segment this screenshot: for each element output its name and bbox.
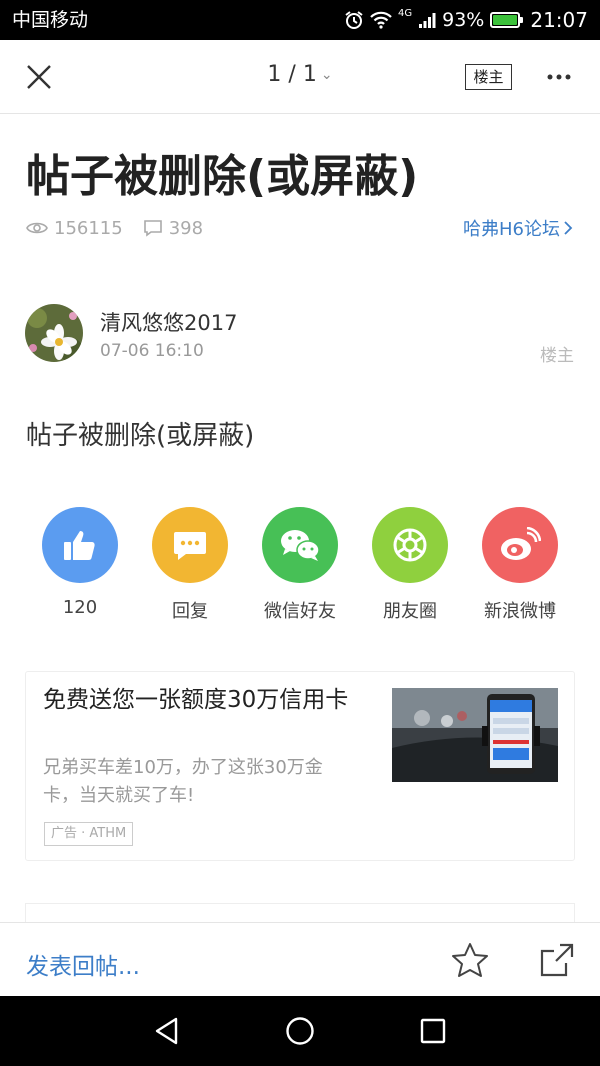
post-meta: 156115 398 <box>26 214 223 242</box>
reply-input[interactable]: 发表回帖... <box>26 947 140 981</box>
back-button[interactable] <box>152 1016 182 1046</box>
more-button[interactable] <box>546 67 572 87</box>
recents-button[interactable] <box>418 1016 448 1046</box>
forum-link[interactable]: 哈弗H6论坛 <box>463 214 574 242</box>
floor-label: 楼主 <box>540 346 574 366</box>
post-title: 帖子被删除(或屏蔽) <box>26 151 419 202</box>
ad-image <box>392 688 558 782</box>
wechat-icon <box>281 530 320 561</box>
car-phone-ad-image <box>392 688 558 782</box>
reply-circle <box>152 507 228 583</box>
forum-name: 哈弗H6论坛 <box>463 219 560 240</box>
reply-count: 398 <box>143 218 203 239</box>
favorite-button[interactable] <box>450 941 490 981</box>
status-bar: 中国移动 4G 93% 21:07 <box>0 0 600 40</box>
flower-avatar-image <box>25 304 83 362</box>
screen: 中国移动 4G 93% 21:07 1 / 1 ⌄ 楼主 帖子被删除(或屏蔽) 1… <box>0 0 600 1066</box>
system-nav-bar <box>0 996 600 1066</box>
ad-title: 免费送您一张额度30万信用卡 <box>43 687 349 713</box>
signal-icon <box>419 13 436 28</box>
avatar[interactable] <box>25 304 83 362</box>
op-only-button[interactable]: 楼主 <box>465 64 512 90</box>
clock: 21:07 <box>530 8 588 32</box>
post-time: 07-06 16:10 <box>100 341 204 361</box>
ad-badge: 广告 · ATHM <box>44 822 134 846</box>
chat-bubble-icon <box>174 532 206 560</box>
view-count-value: 156115 <box>54 217 123 239</box>
wechat-label: 微信好友 <box>264 601 336 622</box>
weibo-share-button[interactable]: 新浪微博 <box>465 507 575 623</box>
post-content: 帖子被删除(或屏蔽) <box>26 421 255 451</box>
reply-share-button[interactable]: 回复 <box>135 507 245 623</box>
back-triangle-icon <box>155 1017 178 1045</box>
nav-bar: 1 / 1 ⌄ 楼主 <box>0 40 600 114</box>
star-icon <box>452 943 488 977</box>
network-type: 4G <box>398 7 413 19</box>
carrier-label: 中国移动 <box>12 9 89 31</box>
like-circle <box>42 507 118 583</box>
moments-circle <box>372 507 448 583</box>
home-circle-icon <box>286 1017 314 1045</box>
share-row: 120 回复 微信好友 朋友圈 新浪微博 <box>25 507 575 627</box>
more-icon <box>547 74 571 80</box>
battery-icon <box>490 12 524 28</box>
moments-label: 朋友圈 <box>383 601 437 622</box>
home-button[interactable] <box>285 1016 315 1046</box>
like-button[interactable]: 120 <box>25 507 135 618</box>
wifi-icon <box>370 11 392 29</box>
view-count: 156115 <box>26 218 123 239</box>
comment-icon <box>143 220 162 237</box>
eye-icon <box>26 222 48 234</box>
reply-label: 回复 <box>172 601 208 622</box>
chevron-right-icon <box>564 221 573 235</box>
battery-percent: 93% <box>442 9 485 31</box>
reply-count-value: 398 <box>168 217 204 239</box>
thumbs-up-icon <box>64 531 95 560</box>
recents-square-icon <box>420 1018 446 1044</box>
alarm-icon <box>345 11 363 29</box>
weibo-label: 新浪微博 <box>484 601 556 622</box>
wechat-share-button[interactable]: 微信好友 <box>245 507 355 623</box>
status-icons: 4G 93% 21:07 <box>344 7 588 33</box>
moments-share-button[interactable]: 朋友圈 <box>355 507 465 623</box>
author-name[interactable]: 清风悠悠2017 <box>100 307 237 337</box>
like-count: 120 <box>62 597 98 618</box>
ad-card[interactable]: 免费送您一张额度30万信用卡 兄弟买车差10万，办了这张30万金卡，当天就买了车… <box>25 671 575 861</box>
moments-icon <box>393 528 427 562</box>
bottom-bar: 发表回帖... <box>0 922 600 996</box>
ad-description: 兄弟买车差10万，办了这张30万金卡，当天就买了车! <box>43 757 323 806</box>
share-icon <box>540 943 574 977</box>
share-button[interactable] <box>538 941 576 979</box>
page-indicator-label: 1 / 1 <box>267 62 317 87</box>
weibo-icon <box>501 527 541 560</box>
chevron-down-icon: ⌄ <box>320 67 333 83</box>
weibo-circle <box>482 507 558 583</box>
wechat-circle <box>262 507 338 583</box>
